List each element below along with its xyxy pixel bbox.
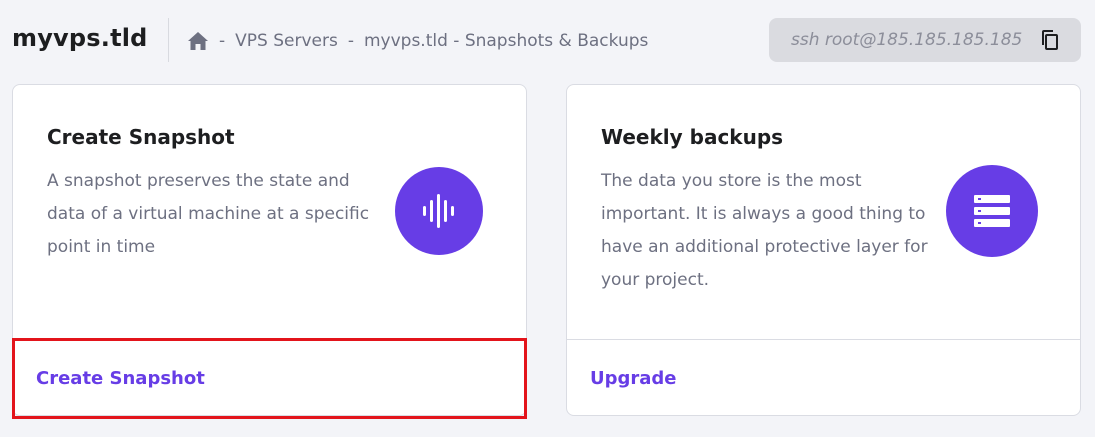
breadcrumb-separator: - bbox=[219, 31, 226, 51]
home-icon[interactable] bbox=[187, 31, 209, 51]
header-divider bbox=[168, 18, 169, 62]
copy-icon[interactable] bbox=[1039, 29, 1061, 51]
breadcrumb: - VPS Servers - myvps.tld - Snapshots & … bbox=[187, 31, 648, 51]
breadcrumb-current-page: myvps.tld - Snapshots & Backups bbox=[363, 31, 649, 51]
breadcrumb-separator: - bbox=[347, 31, 354, 51]
audio-wave-icon bbox=[395, 167, 483, 255]
page: myvps.tld - VPS Servers - myvps.tld - Sn… bbox=[0, 0, 1095, 437]
card-title: Weekly backups bbox=[601, 125, 784, 149]
card-description: A snapshot preserves the state and data … bbox=[47, 171, 370, 257]
server-stack-icon bbox=[946, 165, 1038, 257]
ssh-command-text: ssh root@185.185.185.185 bbox=[791, 30, 1023, 50]
card-footer: Create Snapshot bbox=[13, 339, 526, 417]
create-snapshot-button[interactable]: Create Snapshot bbox=[36, 368, 205, 389]
upgrade-button[interactable]: Upgrade bbox=[590, 368, 677, 389]
site-title: myvps.tld bbox=[12, 24, 148, 52]
card-title: Create Snapshot bbox=[47, 125, 235, 149]
header: myvps.tld - VPS Servers - myvps.tld - Sn… bbox=[0, 0, 1095, 84]
create-snapshot-card: Create Snapshot A snapshot preserves the… bbox=[12, 84, 527, 416]
card-description: The data you store is the most important… bbox=[601, 171, 928, 290]
ssh-command-box: ssh root@185.185.185.185 bbox=[769, 18, 1081, 62]
card-footer: Upgrade bbox=[567, 339, 1080, 417]
breadcrumb-vps-servers[interactable]: VPS Servers bbox=[235, 31, 338, 51]
weekly-backups-card: Weekly backups The data you store is the… bbox=[566, 84, 1081, 416]
